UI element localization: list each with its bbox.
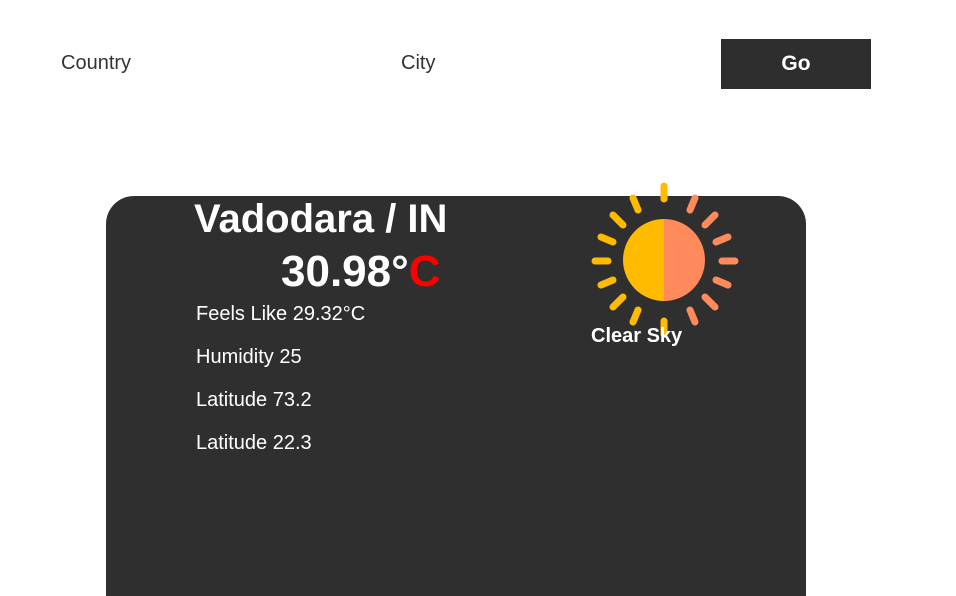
go-button[interactable]: Go (721, 39, 871, 89)
city-input[interactable] (401, 44, 701, 82)
country-input[interactable] (61, 44, 361, 82)
feels-like-text: Feels Like 29.32°C (196, 303, 366, 325)
location-title: Vadodara / IN (194, 197, 448, 241)
temperature: 30.98°C (281, 247, 440, 297)
temperature-value: 30.98° (281, 247, 409, 296)
search-bar: Go (0, 0, 956, 120)
latitude-text: Latitude 73.2 (196, 389, 312, 411)
humidity-text: Humidity 25 (196, 346, 302, 368)
condition-label: Clear Sky (591, 325, 683, 347)
sun-icon (591, 182, 739, 338)
longitude-text: Latitude 22.3 (196, 432, 312, 454)
temperature-unit: C (408, 247, 441, 296)
